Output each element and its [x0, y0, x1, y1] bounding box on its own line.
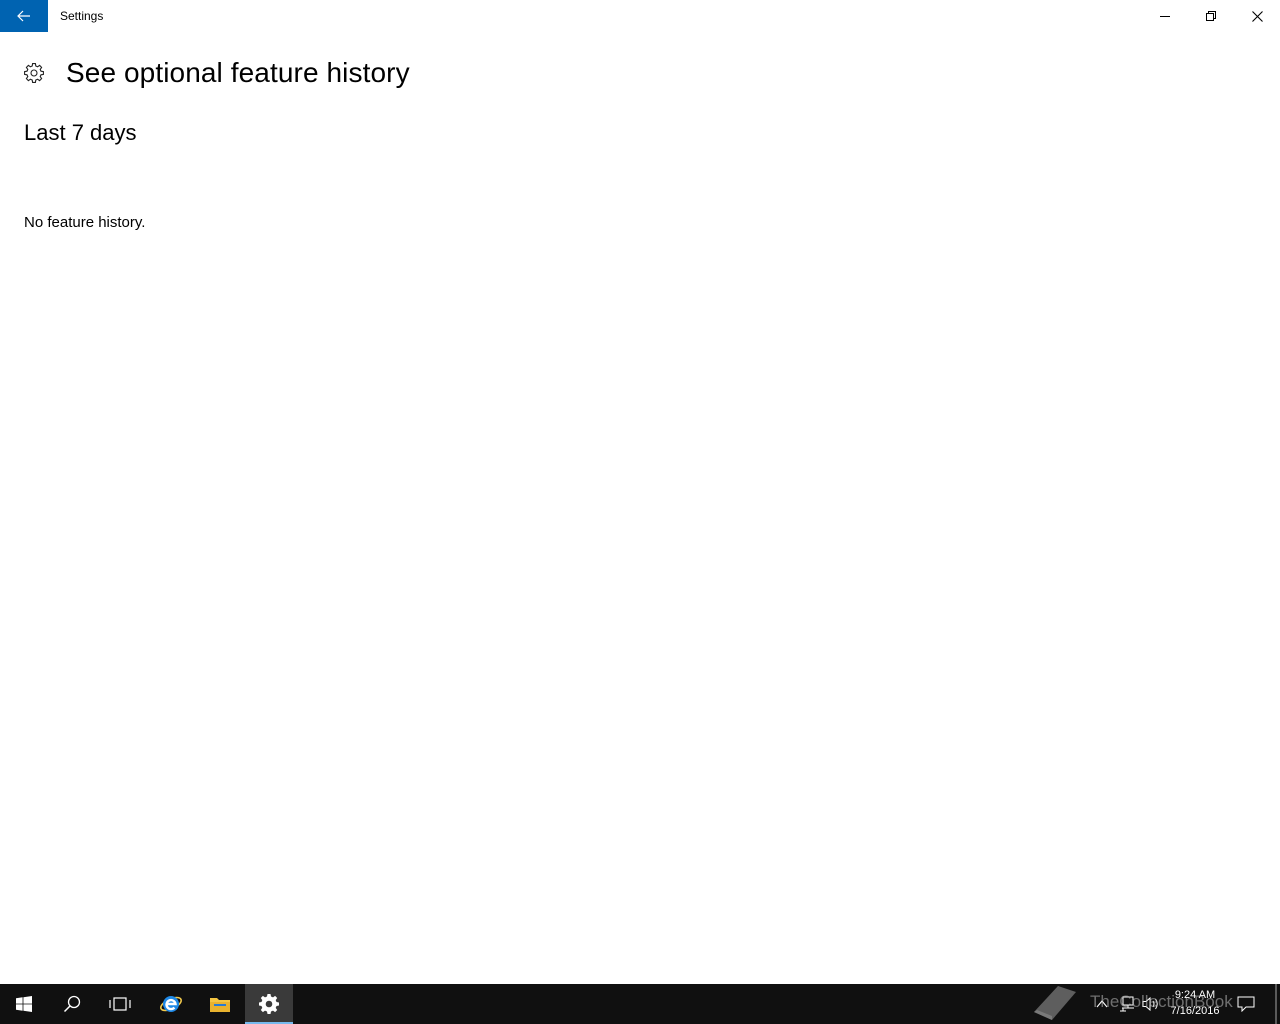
minimize-button[interactable]	[1142, 0, 1188, 32]
search-button[interactable]	[48, 984, 96, 1024]
volume-button[interactable]	[1142, 994, 1160, 1014]
show-hidden-icons-button[interactable]	[1094, 994, 1110, 1014]
clock-date: 7/16/2016	[1170, 1005, 1220, 1017]
network-button[interactable]	[1118, 994, 1136, 1014]
network-icon	[1120, 996, 1134, 1012]
internet-explorer-button[interactable]	[147, 984, 195, 1024]
gear-icon	[24, 63, 44, 83]
section-title: Last 7 days	[24, 120, 137, 145]
show-desktop-button[interactable]	[1275, 984, 1277, 1024]
start-button[interactable]	[0, 984, 48, 1024]
back-arrow-icon	[17, 10, 30, 22]
restore-button[interactable]	[1188, 0, 1234, 32]
clock-time: 9:24 AM	[1174, 989, 1216, 1001]
volume-icon	[1142, 996, 1158, 1012]
task-view-button[interactable]	[96, 984, 144, 1024]
gear-icon	[259, 994, 279, 1014]
settings-window: Settings See optional feature history La…	[0, 0, 1280, 1024]
close-icon	[1251, 10, 1263, 22]
notification-icon	[1237, 996, 1255, 1012]
clock[interactable]: 9:24 AM 7/16/2016	[1166, 987, 1224, 1021]
action-center-button[interactable]	[1236, 994, 1256, 1014]
restore-icon	[1206, 11, 1216, 21]
internet-explorer-icon	[160, 996, 182, 1012]
file-explorer-button[interactable]	[196, 984, 244, 1024]
folder-icon	[210, 998, 230, 1012]
windows-logo-icon	[16, 996, 32, 1012]
chevron-up-icon	[1096, 1000, 1108, 1008]
minimize-icon	[1160, 16, 1170, 17]
page-title: See optional feature history	[66, 57, 410, 88]
search-icon	[63, 995, 81, 1013]
page-header: See optional feature history	[24, 56, 410, 90]
settings-taskbar-button[interactable]	[245, 984, 293, 1024]
close-button[interactable]	[1234, 0, 1280, 32]
task-view-icon	[109, 997, 131, 1011]
back-button[interactable]	[0, 0, 48, 32]
window-title: Settings	[60, 9, 104, 23]
taskbar: 9:24 AM 7/16/2016	[0, 984, 1280, 1024]
title-bar: Settings	[0, 0, 1280, 32]
empty-history-message: No feature history.	[24, 214, 146, 231]
